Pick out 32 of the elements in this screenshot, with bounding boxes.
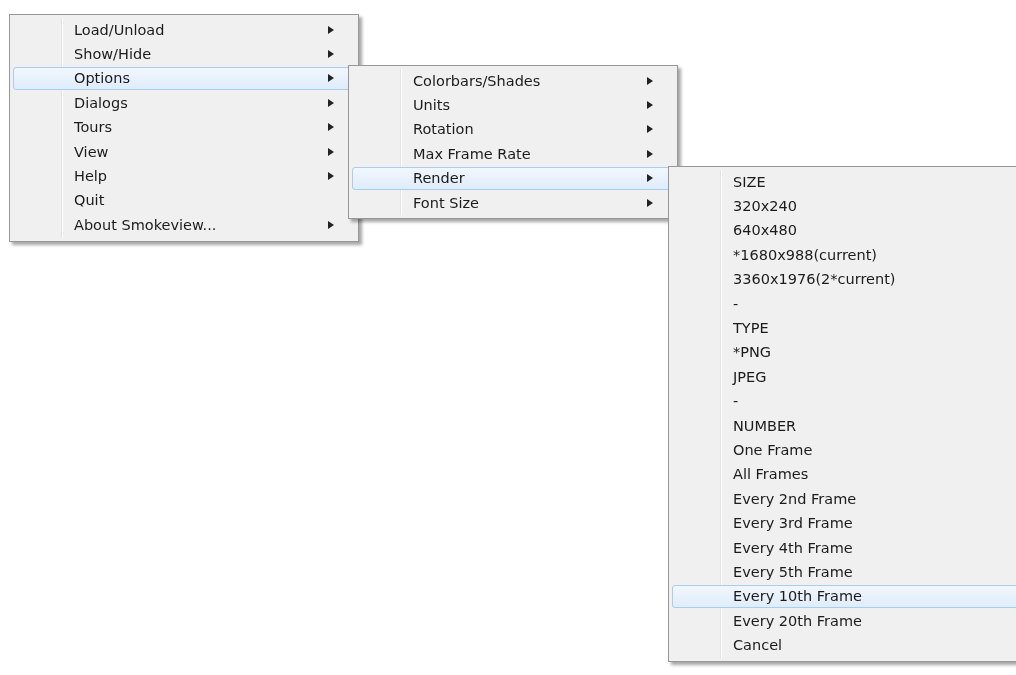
- menu-item[interactable]: Every 5th Frame: [672, 560, 1016, 584]
- menu-item[interactable]: Font Size: [352, 190, 674, 215]
- menu-item[interactable]: Every 20th Frame: [672, 609, 1016, 633]
- menu-item[interactable]: Show/Hide: [13, 42, 355, 66]
- menu-item[interactable]: About Smokeview...: [13, 213, 355, 237]
- menu-item[interactable]: Every 4th Frame: [672, 535, 1016, 560]
- menu-item[interactable]: 320x240: [672, 194, 1016, 218]
- menu-item[interactable]: -: [672, 291, 1016, 316]
- menu-item[interactable]: Colorbars/Shades: [352, 69, 674, 93]
- menu-item[interactable]: One Frame: [672, 438, 1016, 462]
- menu-item[interactable]: View: [13, 139, 355, 164]
- menu-item[interactable]: JPEG: [672, 365, 1016, 389]
- menu-item[interactable]: Rotation: [352, 117, 674, 142]
- menu-item[interactable]: Units: [352, 93, 674, 117]
- menu-item[interactable]: TYPE: [672, 316, 1016, 340]
- menu-item[interactable]: NUMBER: [672, 413, 1016, 438]
- menu-item[interactable]: Max Frame Rate: [352, 142, 674, 166]
- menu-item[interactable]: -: [672, 389, 1016, 413]
- menu-item[interactable]: SIZE: [672, 170, 1016, 194]
- menu-item[interactable]: 3360x1976(2*current): [672, 267, 1016, 291]
- menu-item[interactable]: Cancel: [672, 633, 1016, 657]
- menu-item[interactable]: *1680x988(current): [672, 243, 1016, 267]
- menu-item[interactable]: All Frames: [672, 462, 1016, 487]
- menu-item[interactable]: Every 2nd Frame: [672, 487, 1016, 511]
- menu-item[interactable]: *PNG: [672, 340, 1016, 365]
- menu-item[interactable]: 640x480: [672, 218, 1016, 243]
- menu-item[interactable]: Tours: [13, 115, 355, 139]
- menu-item[interactable]: Load/Unload: [13, 18, 355, 42]
- menu-item[interactable]: Every 3rd Frame: [672, 511, 1016, 535]
- menu-item[interactable]: Help: [13, 164, 355, 188]
- menu-item[interactable]: Every 10th Frame: [672, 584, 1016, 609]
- menu-item[interactable]: Dialogs: [13, 91, 355, 115]
